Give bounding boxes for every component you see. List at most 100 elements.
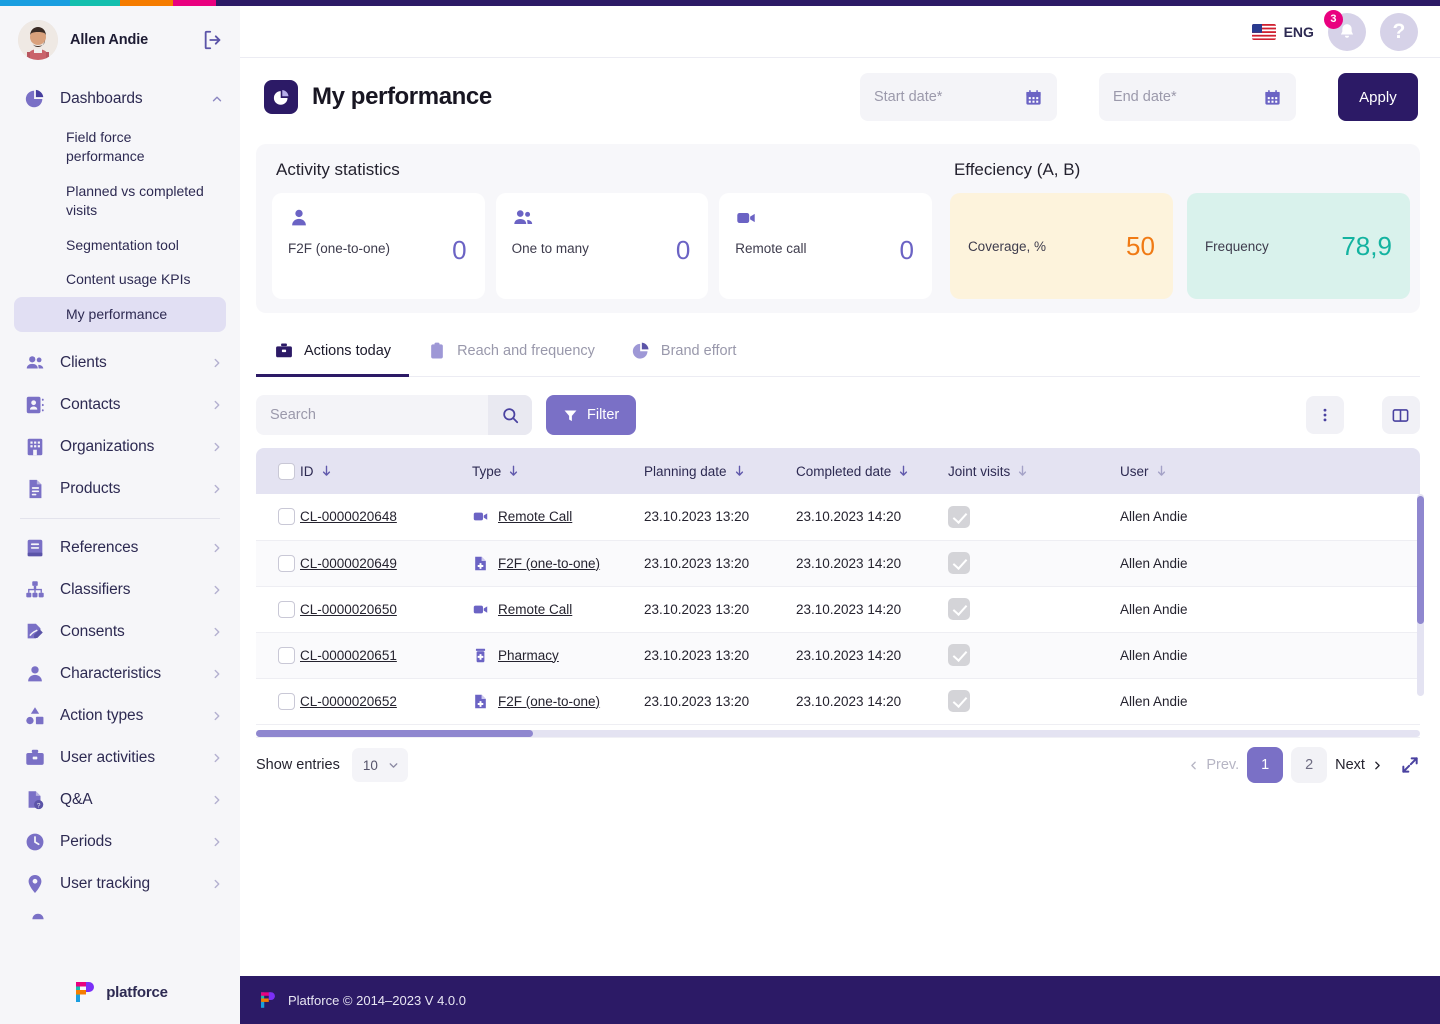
sidebar-item-classifiers[interactable]: Classifiers xyxy=(0,569,240,611)
chevron-down-icon[interactable] xyxy=(387,759,400,772)
tab-brand-effort[interactable]: Brand effort xyxy=(613,331,755,377)
sidebar-item-planned-vs-completed-visits[interactable]: Planned vs completed visits xyxy=(14,174,226,228)
columns-settings-button[interactable] xyxy=(1381,396,1420,434)
row-id-link[interactable]: CL-0000020652 xyxy=(300,694,397,709)
joint-visit-checkbox[interactable] xyxy=(948,690,970,712)
more-options-button[interactable] xyxy=(1305,396,1344,434)
efficiency-card-coverage[interactable]: Coverage, % 50 xyxy=(949,193,1173,299)
search-box[interactable] xyxy=(256,395,532,435)
row-type-link[interactable]: Pharmacy xyxy=(498,648,559,663)
row-checkbox[interactable] xyxy=(278,508,295,526)
th-type[interactable]: Type xyxy=(472,448,644,494)
vertical-scroll-thumb[interactable] xyxy=(1416,496,1424,624)
chevron-right-icon[interactable] xyxy=(210,667,224,681)
prev-page-button[interactable]: Prev. xyxy=(1187,757,1239,773)
sidebar-item-qa[interactable]: ? Q&A xyxy=(0,779,240,821)
calendar-icon[interactable] xyxy=(1263,88,1282,107)
sort-arrow-icon[interactable] xyxy=(1017,465,1028,477)
table-row[interactable]: CL-0000020648 Remote Call 23.10.2023 13:… xyxy=(256,494,1420,541)
sidebar-item-characteristics[interactable]: Characteristics xyxy=(0,653,240,695)
page-button-2[interactable]: 2 xyxy=(1291,747,1328,783)
table-vertical-scrollbar[interactable] xyxy=(1416,494,1424,696)
help-button[interactable]: ? xyxy=(1379,12,1418,51)
sidebar-item-action-types[interactable]: Action types xyxy=(0,695,240,737)
chevron-right-icon[interactable] xyxy=(210,751,224,765)
efficiency-card-frequency[interactable]: Frequency 78,9 xyxy=(1186,193,1410,299)
sidebar-item-partial[interactable] xyxy=(0,907,240,925)
row-id-link[interactable]: CL-0000020648 xyxy=(300,509,397,524)
horizontal-scroll-thumb[interactable] xyxy=(256,729,533,737)
logout-icon[interactable] xyxy=(202,29,224,51)
activity-card-f2f[interactable]: F2F (one-to-one) 0 xyxy=(272,193,485,299)
calendar-icon[interactable] xyxy=(1024,88,1043,107)
table-row[interactable]: CL-0000020650 Remote Call 23.10.2023 13:… xyxy=(256,586,1420,633)
sidebar-item-products[interactable]: Products xyxy=(0,468,240,510)
chevron-right-icon[interactable] xyxy=(210,793,224,807)
th-joint-visits[interactable]: Joint visits xyxy=(948,448,1120,494)
joint-visit-checkbox[interactable] xyxy=(948,505,970,528)
chevron-right-icon[interactable] xyxy=(210,398,224,412)
chevron-right-icon[interactable] xyxy=(210,482,224,496)
table-row[interactable]: CL-0000020649 F2F (one-to-one) 23.10.202… xyxy=(256,540,1420,587)
chevron-right-icon[interactable] xyxy=(210,709,224,723)
sidebar-item-segmentation-tool[interactable]: Segmentation tool xyxy=(14,228,226,263)
language-selector[interactable]: ENG xyxy=(1251,23,1314,40)
row-type-link[interactable]: Remote Call xyxy=(498,602,572,617)
notifications-button[interactable]: 3 xyxy=(1323,9,1366,51)
sidebar-item-contacts[interactable]: Contacts xyxy=(0,384,240,426)
th-user[interactable]: User xyxy=(1120,448,1420,494)
sidebar-item-consents[interactable]: Consents xyxy=(0,611,240,653)
sort-arrow-icon[interactable] xyxy=(508,465,519,477)
start-date-field[interactable]: Start date* xyxy=(859,73,1057,121)
table-horizontal-scrollbar[interactable] xyxy=(256,729,1420,737)
filter-button[interactable]: Filter xyxy=(546,395,637,435)
chevron-right-icon[interactable] xyxy=(210,835,224,849)
joint-visit-checkbox[interactable] xyxy=(948,598,970,620)
sidebar-item-user-activities[interactable]: User activities xyxy=(0,737,240,779)
row-id-link[interactable]: CL-0000020650 xyxy=(300,602,397,617)
th-id[interactable]: ID xyxy=(300,448,472,494)
sort-arrow-icon[interactable] xyxy=(734,465,745,477)
sidebar-item-organizations[interactable]: Organizations xyxy=(0,426,240,468)
expand-icon[interactable] xyxy=(1400,755,1420,775)
row-checkbox[interactable] xyxy=(278,554,295,572)
page-button-1[interactable]: 1 xyxy=(1247,747,1284,783)
row-checkbox[interactable] xyxy=(278,646,295,664)
table-row[interactable]: CL-0000020651 Pharmacy 23.10.2023 13:20 … xyxy=(256,632,1420,679)
joint-visit-checkbox[interactable] xyxy=(948,552,970,574)
sidebar-item-user-tracking[interactable]: User tracking xyxy=(0,863,240,905)
row-type-link[interactable]: F2F (one-to-one) xyxy=(498,556,600,571)
sidebar-group-dashboards[interactable]: Dashboards xyxy=(0,78,240,120)
joint-visit-checkbox[interactable] xyxy=(948,644,970,666)
chevron-right-icon[interactable] xyxy=(210,541,224,555)
search-input[interactable] xyxy=(256,407,488,423)
row-type-link[interactable]: Remote Call xyxy=(498,509,572,524)
apply-button[interactable]: Apply xyxy=(1337,73,1418,121)
th-planning-date[interactable]: Planning date xyxy=(644,448,796,494)
sidebar-item-field-force-performance[interactable]: Field force performance xyxy=(14,120,226,174)
row-checkbox[interactable] xyxy=(278,692,295,710)
sort-arrow-icon[interactable] xyxy=(321,465,332,477)
tab-actions-today[interactable]: Actions today xyxy=(256,331,410,377)
sidebar-item-clients[interactable]: Clients xyxy=(0,342,240,384)
end-date-field[interactable]: End date* xyxy=(1098,73,1296,121)
chevron-right-icon[interactable] xyxy=(210,440,224,454)
sidebar-item-content-usage-kpis[interactable]: Content usage KPIs xyxy=(14,262,226,297)
chevron-right-icon[interactable] xyxy=(210,625,224,639)
tab-reach-and-frequency[interactable]: Reach and frequency xyxy=(409,331,613,377)
sidebar-item-references[interactable]: References xyxy=(0,527,240,569)
sidebar-item-my-performance[interactable]: My performance xyxy=(14,297,226,333)
sort-arrow-icon[interactable] xyxy=(1156,465,1167,477)
chevron-right-icon[interactable] xyxy=(210,356,224,370)
row-type-link[interactable]: F2F (one-to-one) xyxy=(498,694,600,709)
activity-card-remote-call[interactable]: Remote call 0 xyxy=(719,193,932,299)
th-completed-date[interactable]: Completed date xyxy=(796,448,948,494)
select-all-checkbox[interactable] xyxy=(278,462,295,480)
row-id-link[interactable]: CL-0000020651 xyxy=(300,648,397,663)
row-id-link[interactable]: CL-0000020649 xyxy=(300,556,397,571)
next-page-button[interactable]: Next xyxy=(1335,757,1384,773)
chevron-right-icon[interactable] xyxy=(210,877,224,891)
sort-arrow-icon[interactable] xyxy=(898,465,909,477)
page-size-select[interactable]: 10 xyxy=(351,748,408,782)
activity-card-one-to-many[interactable]: One to many 0 xyxy=(495,193,709,299)
